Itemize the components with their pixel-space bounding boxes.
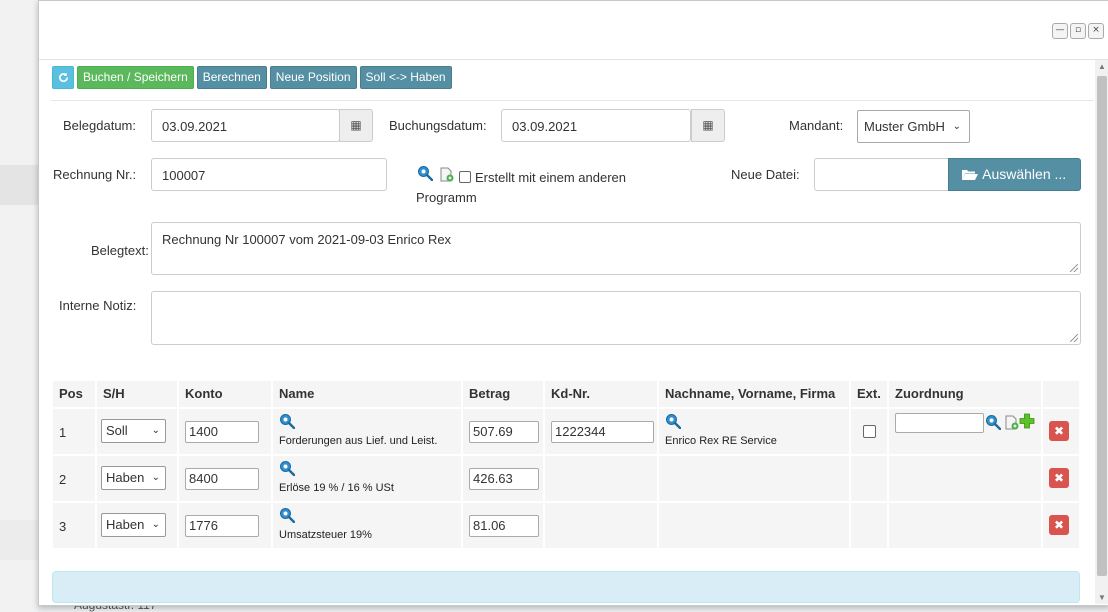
- resize-handle-icon[interactable]: [1070, 264, 1078, 272]
- dialog-titlebar: — ▫ ×: [39, 1, 1108, 60]
- header-name: Name: [273, 381, 461, 407]
- refresh-button[interactable]: [52, 66, 74, 89]
- external-program-checkbox[interactable]: [459, 171, 471, 183]
- customer-name: Enrico Rex RE Service: [665, 435, 777, 447]
- header-kdnr: Kd-Nr.: [545, 381, 657, 407]
- row-pos: 2: [59, 472, 67, 487]
- header-betrag: Betrag: [463, 381, 543, 407]
- calculate-button[interactable]: Berechnen: [196, 66, 267, 89]
- debit-credit-select[interactable]: Haben ⌄: [101, 513, 166, 537]
- mandant-value: Muster GmbH: [864, 119, 945, 134]
- header-person: Nachname, Vorname, Firma: [659, 381, 849, 407]
- minimize-button[interactable]: —: [1052, 23, 1068, 39]
- konto-input[interactable]: 1776: [185, 515, 259, 537]
- external-program-label-line2: Programm: [416, 190, 477, 205]
- belegtext-textarea[interactable]: Rechnung Nr 100007 vom 2021-09-03 Enrico…: [151, 222, 1081, 275]
- search-icon[interactable]: [279, 507, 295, 523]
- search-icon[interactable]: [279, 460, 295, 476]
- notiz-label: Interne Notiz:: [59, 298, 137, 313]
- ext-checkbox[interactable]: [863, 425, 876, 438]
- betrag-input[interactable]: 81.06: [469, 515, 539, 537]
- betrag-input[interactable]: 507.69: [469, 421, 539, 443]
- mandant-label: Mandant:: [789, 118, 844, 133]
- mandant-select[interactable]: Muster GmbH ⌄: [857, 110, 970, 143]
- debit-credit-value: Haben: [106, 517, 145, 532]
- header-actions: [1043, 381, 1079, 407]
- belegtext-label: Belegtext:: [91, 243, 149, 258]
- row-pos: 3: [59, 519, 67, 534]
- search-icon[interactable]: [985, 414, 1001, 430]
- add-document-icon[interactable]: [440, 167, 454, 182]
- refresh-icon: [58, 72, 68, 83]
- booking-dialog: — ▫ × ▲ ▼ Buchen / Speichern Berechnen N…: [38, 0, 1108, 606]
- konto-input[interactable]: 1400: [185, 421, 259, 443]
- konto-input[interactable]: 8400: [185, 468, 259, 490]
- chevron-down-icon: ⌄: [151, 519, 160, 530]
- close-button[interactable]: ×: [1088, 23, 1104, 39]
- header-zuordnung: Zuordnung: [889, 381, 1041, 407]
- buchungsdatum-input[interactable]: 03.09.2021: [501, 109, 691, 142]
- scroll-up-icon[interactable]: ▲: [1095, 62, 1108, 71]
- header-konto: Konto: [179, 381, 271, 407]
- debit-credit-select[interactable]: Soll ⌄: [101, 419, 166, 443]
- add-document-icon[interactable]: [1005, 415, 1019, 430]
- folder-open-icon: [962, 170, 978, 180]
- dialog-scrollbar[interactable]: ▲ ▼: [1095, 60, 1108, 604]
- belegtext-value: Rechnung Nr 100007 vom 2021-09-03 Enrico…: [162, 232, 452, 247]
- rechnung-label: Rechnung Nr.:: [53, 167, 137, 182]
- belegdatum-label: Belegdatum:: [63, 118, 136, 133]
- buchungsdatum-label: Buchungsdatum:: [389, 118, 487, 133]
- rechnung-input[interactable]: 100007: [151, 158, 387, 191]
- account-name: Umsatzsteuer 19%: [279, 529, 372, 541]
- neue-datei-label: Neue Datei:: [731, 167, 800, 182]
- chevron-down-icon: ⌄: [151, 425, 160, 436]
- header-pos: Pos: [53, 381, 95, 407]
- account-name: Forderungen aus Lief. und Leist.: [279, 435, 438, 447]
- choose-file-label: Auswählen ...: [982, 166, 1067, 182]
- table-row: 2 Haben ⌄ 8400 Erlöse 19 % / 16 % USt 426…: [53, 456, 1079, 502]
- debit-credit-value: Soll: [106, 423, 128, 438]
- external-program-label: Erstellt mit einem anderen: [475, 170, 627, 185]
- resize-handle-icon[interactable]: [1070, 334, 1078, 342]
- new-position-button[interactable]: Neue Position: [269, 66, 357, 89]
- debit-credit-select[interactable]: Haben ⌄: [101, 466, 166, 490]
- header-sh: S/H: [97, 381, 177, 407]
- debit-credit-value: Haben: [106, 470, 145, 485]
- background-sidebar: [0, 0, 39, 612]
- zuordnung-input[interactable]: [895, 413, 984, 433]
- add-icon[interactable]: [1019, 413, 1035, 429]
- kdnr-input[interactable]: 1222344: [551, 421, 654, 443]
- table-row: 3 Haben ⌄ 1776 Umsatzsteuer 19% 81.06 ✖: [53, 503, 1079, 549]
- choose-file-button[interactable]: Auswählen ...: [948, 158, 1081, 191]
- row-pos: 1: [59, 425, 67, 440]
- info-alert: [52, 571, 1080, 603]
- delete-icon[interactable]: ✖: [1049, 421, 1069, 441]
- chevron-down-icon: ⌄: [952, 121, 961, 132]
- calendar-icon[interactable]: ▦: [691, 109, 725, 142]
- calendar-icon[interactable]: ▦: [339, 109, 373, 142]
- delete-icon[interactable]: ✖: [1049, 468, 1069, 488]
- toolbar-divider: [51, 100, 1094, 101]
- scroll-down-icon[interactable]: ▼: [1095, 593, 1108, 602]
- search-icon[interactable]: [279, 413, 295, 429]
- betrag-input[interactable]: 426.63: [469, 468, 539, 490]
- scrollbar-thumb[interactable]: [1097, 76, 1107, 576]
- delete-icon[interactable]: ✖: [1049, 515, 1069, 535]
- search-icon[interactable]: [417, 165, 433, 181]
- file-path-input[interactable]: [814, 158, 949, 191]
- restore-button[interactable]: ▫: [1070, 23, 1086, 39]
- book-save-button[interactable]: Buchen / Speichern: [77, 66, 194, 89]
- header-ext: Ext.: [851, 381, 887, 407]
- account-name: Erlöse 19 % / 16 % USt: [279, 482, 394, 494]
- search-icon[interactable]: [665, 413, 681, 429]
- debit-credit-swap-button[interactable]: Soll <-> Haben: [359, 66, 452, 89]
- chevron-down-icon: ⌄: [151, 472, 160, 483]
- table-row: 1 Soll ⌄ 1400 Forderungen aus Lief. und L…: [53, 409, 1079, 455]
- toolbar: Buchen / Speichern Berechnen Neue Positi…: [52, 66, 452, 89]
- notiz-textarea[interactable]: [151, 291, 1081, 345]
- belegdatum-input[interactable]: 03.09.2021: [151, 109, 340, 142]
